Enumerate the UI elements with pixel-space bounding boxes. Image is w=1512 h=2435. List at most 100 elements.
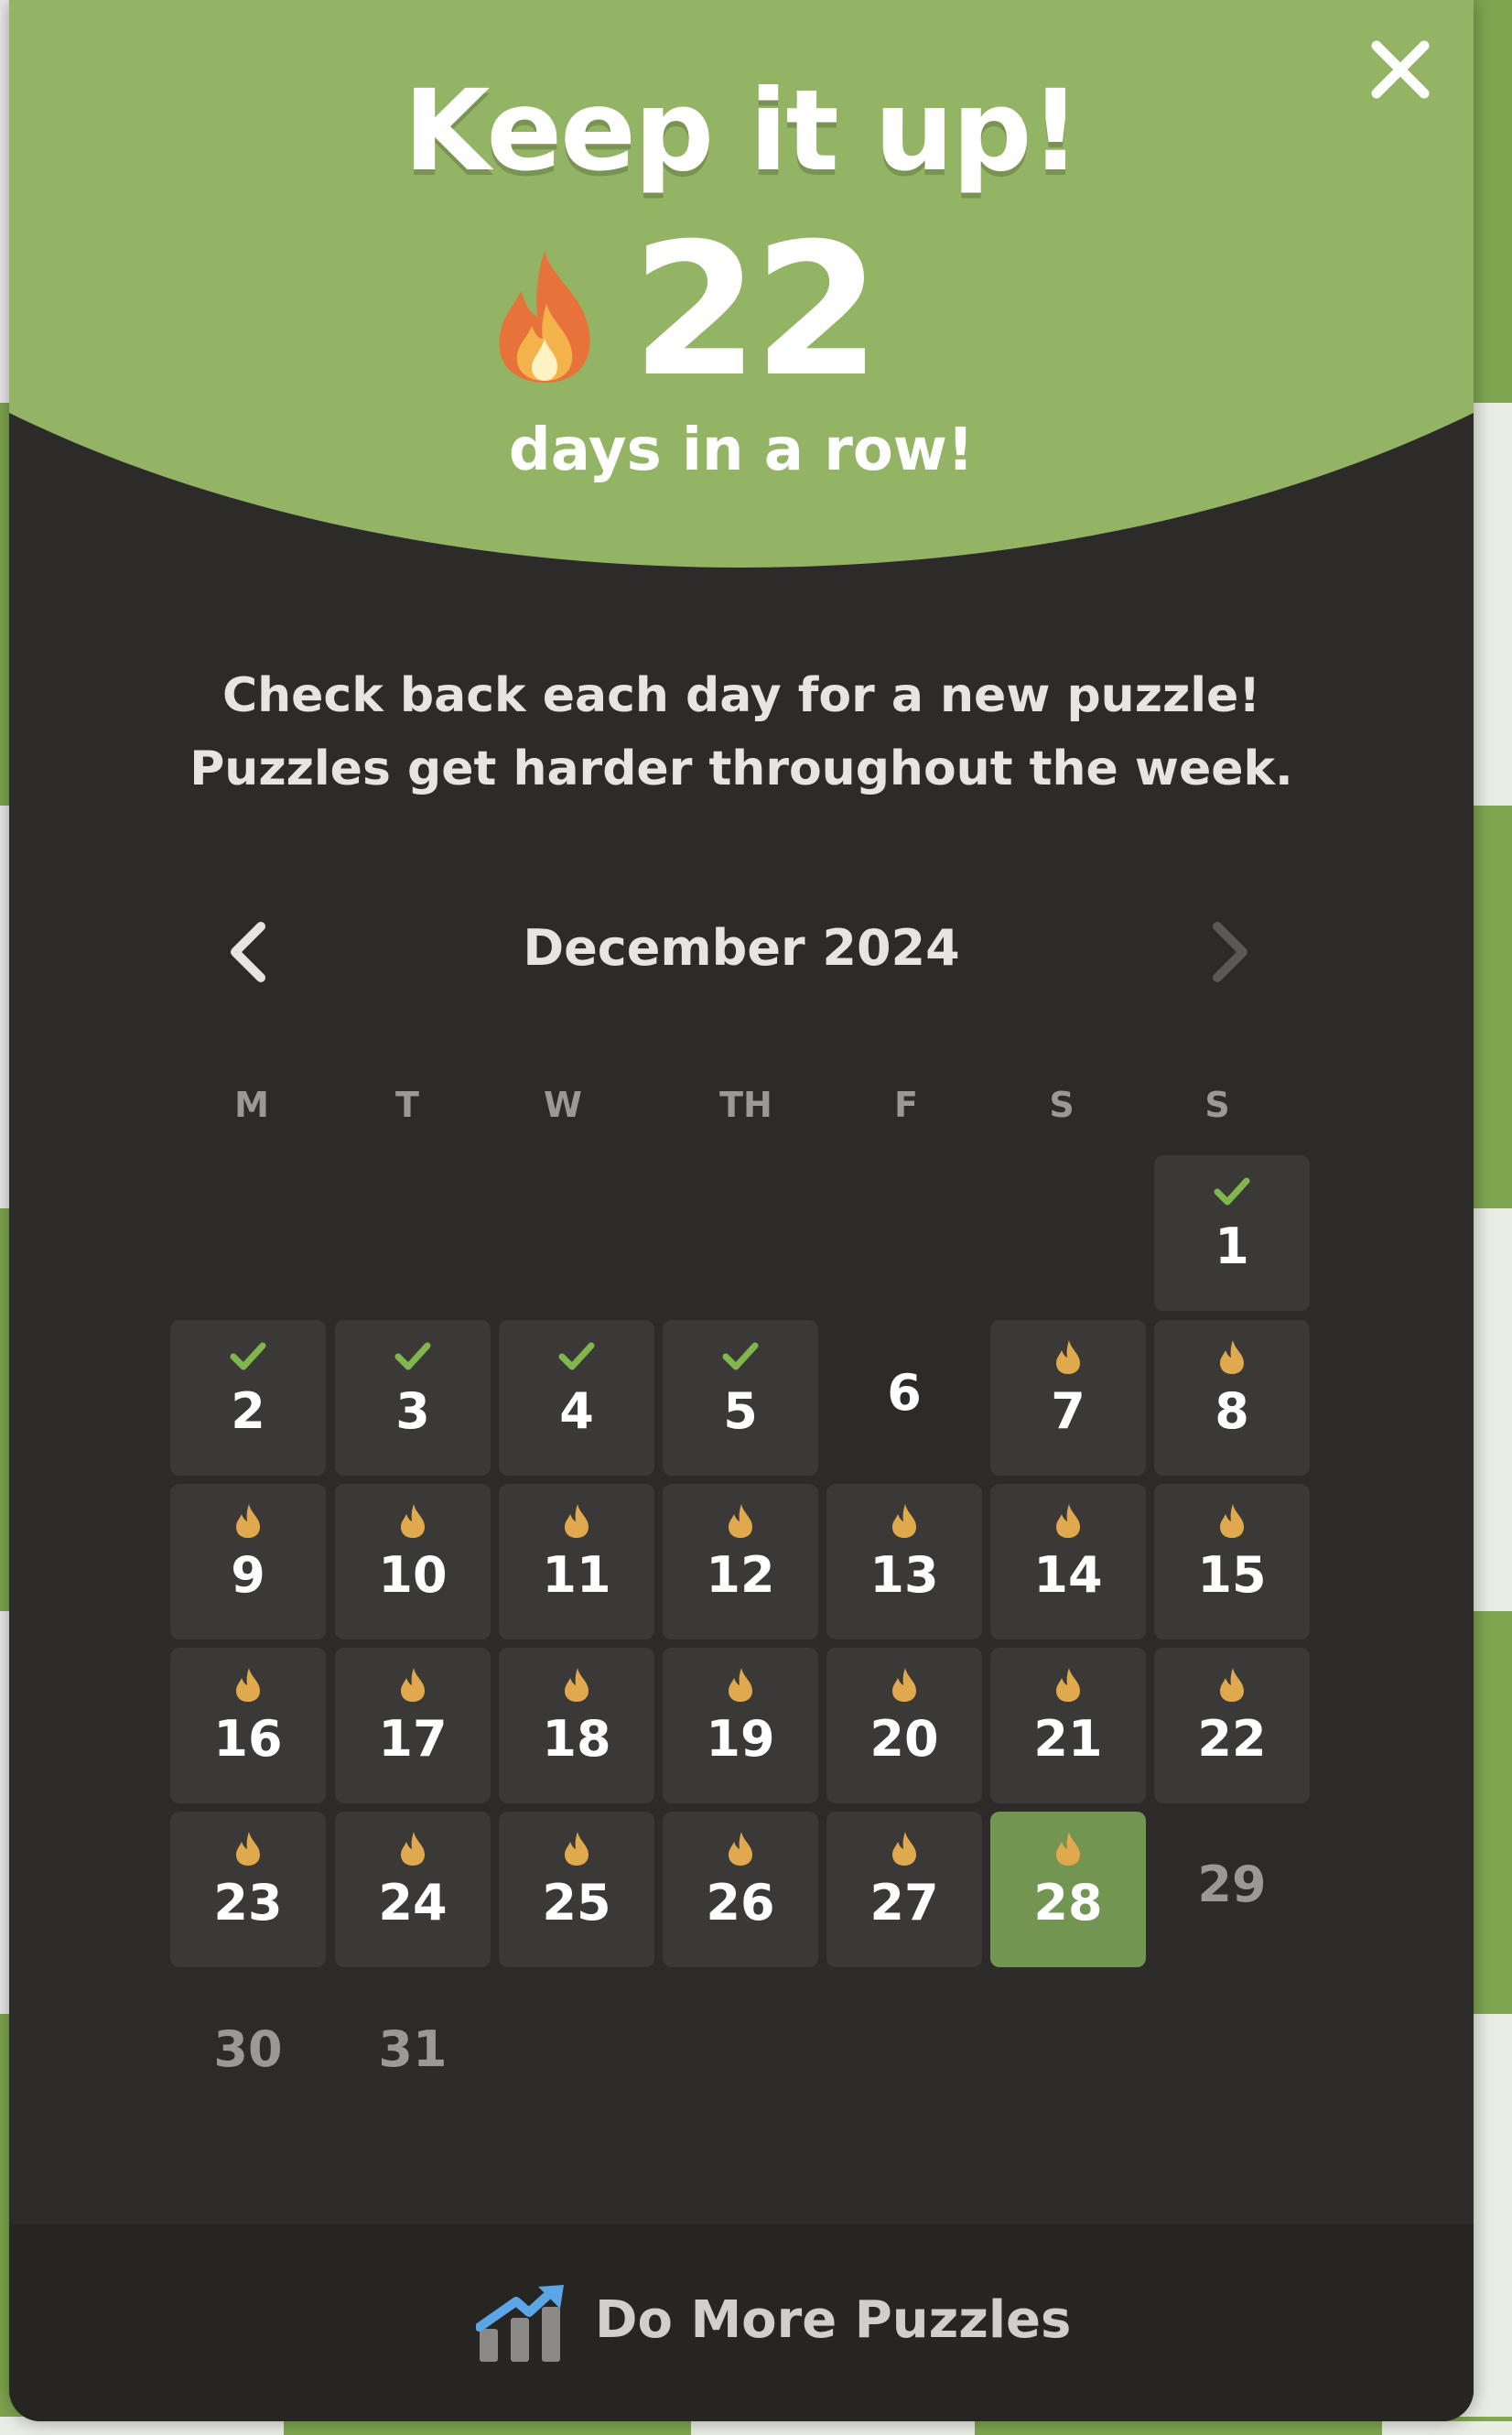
calendar-day[interactable]: 9 xyxy=(170,1484,326,1640)
flame-icon xyxy=(1056,1668,1080,1702)
calendar-day[interactable]: 15 xyxy=(1154,1484,1310,1640)
day-number: 6 xyxy=(887,1364,922,1422)
flame-icon xyxy=(499,251,590,383)
calendar-day[interactable]: 19 xyxy=(663,1648,818,1803)
info-line-1: Check back each day for a new puzzle! xyxy=(221,668,1261,723)
weekday-label: F xyxy=(894,1085,918,1125)
month-navigation: December 2024 xyxy=(9,906,1474,998)
flame-icon xyxy=(401,1832,425,1866)
day-number: 13 xyxy=(869,1546,939,1604)
calendar-day[interactable]: 2 xyxy=(170,1320,326,1476)
day-number: 21 xyxy=(1033,1710,1103,1768)
day-number: 19 xyxy=(706,1710,775,1768)
check-icon xyxy=(722,1342,759,1370)
streak-count: 22 xyxy=(632,204,880,417)
day-number: 3 xyxy=(395,1382,430,1440)
flame-icon xyxy=(236,1832,260,1866)
weekday-label: S xyxy=(1049,1085,1075,1125)
flame-icon xyxy=(236,1504,260,1538)
day-number: 9 xyxy=(231,1546,265,1604)
day-number: 5 xyxy=(723,1382,758,1440)
day-number: 12 xyxy=(706,1546,775,1604)
calendar-day[interactable]: 27 xyxy=(826,1812,982,1967)
day-number: 20 xyxy=(869,1710,939,1768)
flame-icon xyxy=(1056,1504,1080,1538)
calendar-day[interactable]: 8 xyxy=(1154,1320,1310,1476)
calendar-day[interactable]: 22 xyxy=(1154,1648,1310,1803)
calendar-day: 29 xyxy=(1154,1812,1310,1967)
weekday-label: W xyxy=(544,1085,582,1125)
check-icon xyxy=(230,1342,266,1370)
next-month-button xyxy=(1190,915,1263,989)
calendar-day[interactable]: 13 xyxy=(826,1484,982,1640)
day-number: 1 xyxy=(1215,1218,1249,1275)
calendar-day[interactable]: 12 xyxy=(663,1484,818,1640)
day-number: 16 xyxy=(213,1710,283,1768)
calendar-day: 6 xyxy=(826,1320,982,1476)
day-number: 14 xyxy=(1033,1546,1103,1604)
calendar-day[interactable]: 3 xyxy=(335,1320,491,1476)
flame-icon xyxy=(892,1504,916,1538)
day-number: 10 xyxy=(378,1546,448,1604)
calendar-day[interactable]: 7 xyxy=(990,1320,1146,1476)
calendar-day[interactable]: 4 xyxy=(499,1320,654,1476)
day-number: 29 xyxy=(1197,1856,1267,1913)
check-icon xyxy=(394,1342,431,1370)
calendar-day[interactable]: 14 xyxy=(990,1484,1146,1640)
day-number: 11 xyxy=(542,1546,611,1604)
day-number: 15 xyxy=(1197,1546,1267,1604)
calendar-day[interactable]: 20 xyxy=(826,1648,982,1803)
flame-icon xyxy=(892,1832,916,1866)
calendar-day[interactable]: 10 xyxy=(335,1484,491,1640)
flame-icon xyxy=(1056,1340,1080,1374)
calendar-day[interactable]: 17 xyxy=(335,1648,491,1803)
calendar-day[interactable]: 21 xyxy=(990,1648,1146,1803)
weekday-header: M T W TH F S S xyxy=(9,1085,1474,1140)
calendar-day[interactable]: 28 xyxy=(990,1812,1146,1967)
flame-icon xyxy=(1220,1340,1244,1374)
day-number: 28 xyxy=(1033,1874,1103,1932)
calendar-day[interactable]: 25 xyxy=(499,1812,654,1967)
day-number: 25 xyxy=(542,1874,611,1932)
day-number: 23 xyxy=(213,1874,283,1932)
weekday-label: TH xyxy=(719,1085,772,1125)
flame-icon xyxy=(1056,1832,1080,1866)
calendar-day[interactable]: 1 xyxy=(1154,1155,1310,1311)
calendar-day[interactable]: 24 xyxy=(335,1812,491,1967)
calendar-day: 31 xyxy=(335,1976,491,2132)
do-more-puzzles-button[interactable]: Do More Puzzles xyxy=(9,2224,1474,2421)
day-number: 22 xyxy=(1197,1710,1267,1768)
flame-icon xyxy=(565,1504,589,1538)
flame-icon xyxy=(236,1668,260,1702)
day-number: 18 xyxy=(542,1710,611,1768)
day-number: 31 xyxy=(378,2020,448,2078)
flame-icon xyxy=(729,1504,752,1538)
flame-icon xyxy=(565,1832,589,1866)
flame-icon xyxy=(565,1668,589,1702)
chart-arrow-icon xyxy=(476,2285,564,2362)
info-message: Check back each day for a new puzzle! Pu… xyxy=(9,659,1474,806)
calendar-day[interactable]: 16 xyxy=(170,1648,326,1803)
streak-caption: days in a row! xyxy=(508,417,975,484)
day-number: 17 xyxy=(378,1710,448,1768)
calendar-day[interactable]: 18 xyxy=(499,1648,654,1803)
flame-icon xyxy=(729,1832,752,1866)
calendar-day[interactable]: 23 xyxy=(170,1812,326,1967)
chessboard-background xyxy=(1474,0,1512,2435)
day-number: 8 xyxy=(1215,1382,1249,1440)
info-line-2: Puzzles get harder throughout the week. xyxy=(189,741,1293,796)
flame-icon xyxy=(729,1668,752,1702)
calendar-day[interactable]: 26 xyxy=(663,1812,818,1967)
weekday-label: S xyxy=(1204,1085,1230,1125)
calendar-day: 30 xyxy=(170,1976,326,2132)
streak-modal: Keep it up! 22 days in a row! Check back… xyxy=(9,0,1474,2421)
day-number: 24 xyxy=(378,1874,448,1932)
check-icon xyxy=(558,1342,595,1370)
check-icon xyxy=(1214,1177,1250,1206)
calendar-day[interactable]: 5 xyxy=(663,1320,818,1476)
day-number: 30 xyxy=(213,2020,283,2078)
calendar-day[interactable]: 11 xyxy=(499,1484,654,1640)
flame-icon xyxy=(1220,1668,1244,1702)
chessboard-background-bottom xyxy=(0,2421,1512,2435)
modal-title: Keep it up! xyxy=(403,66,1081,196)
